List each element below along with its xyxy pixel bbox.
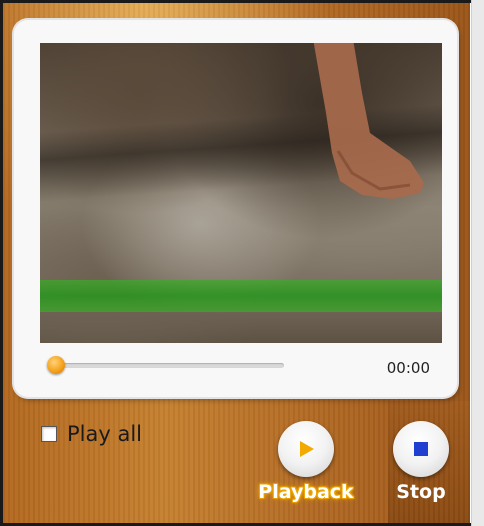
playback-control[interactable]: Playback — [251, 421, 361, 503]
seek-bar[interactable]: 00:00 — [40, 350, 442, 386]
stop-button[interactable] — [393, 421, 449, 477]
player-panel: 00:00 — [14, 20, 457, 397]
video-hand-image — [313, 43, 424, 199]
seek-track[interactable] — [52, 363, 284, 368]
playback-label[interactable]: Playback — [258, 481, 353, 503]
video-green-overlay — [40, 280, 442, 312]
scrollbar-strip[interactable] — [471, 0, 484, 526]
stop-icon — [414, 442, 428, 456]
playback-button[interactable] — [278, 421, 334, 477]
play-all-label[interactable]: Play all — [67, 422, 142, 446]
media-player-app: 00:00 Play all Playback Stop — [3, 3, 470, 523]
play-all-checkbox[interactable] — [41, 426, 57, 442]
video-viewport[interactable] — [40, 43, 442, 343]
stop-label[interactable]: Stop — [396, 481, 445, 503]
seek-thumb[interactable] — [47, 356, 65, 374]
stop-control[interactable]: Stop — [380, 421, 462, 503]
play-icon — [300, 441, 314, 457]
time-display: 00:00 — [386, 359, 430, 377]
play-all-option[interactable]: Play all — [41, 421, 142, 447]
